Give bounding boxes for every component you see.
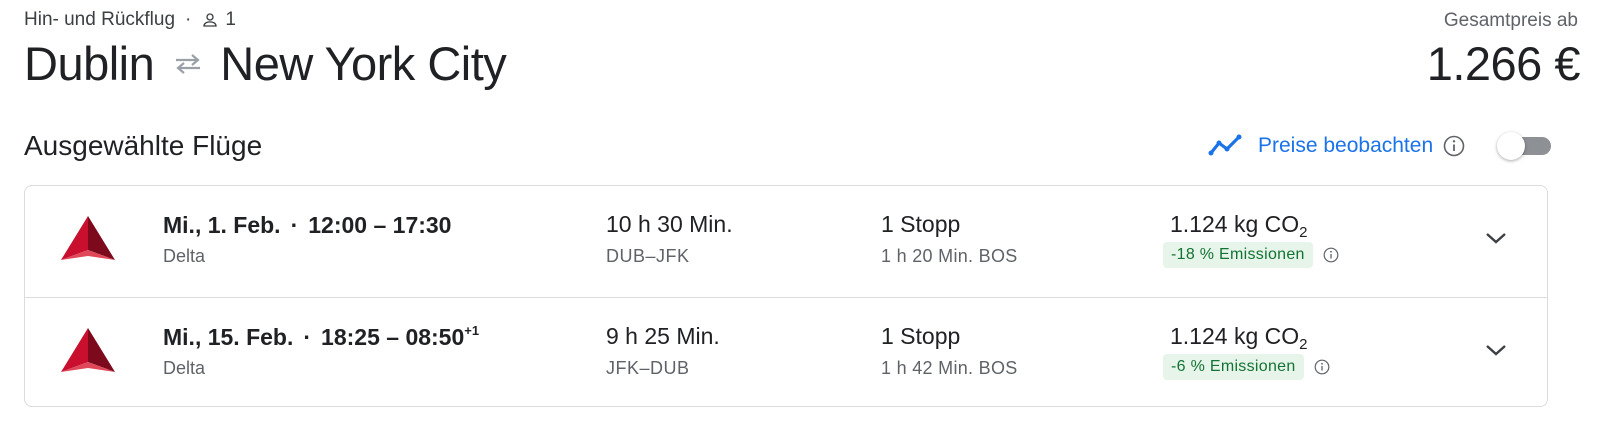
emissions-badge: -18 % Emissionen xyxy=(1163,242,1313,268)
swap-arrows-icon xyxy=(176,53,201,74)
toggle-knob xyxy=(1497,132,1525,160)
trip-type-label: Hin- und Rückflug xyxy=(24,9,176,30)
co2-emissions: 1.124 kg CO2 xyxy=(1170,323,1307,353)
chevron-down-icon[interactable] xyxy=(1483,229,1509,247)
airline-name: Delta xyxy=(163,358,206,378)
airline-name: Delta xyxy=(163,246,206,266)
departure-datetime: Mi., 1. Feb. · 12:00 – 17:30 xyxy=(163,211,451,239)
trip-summary: Hin- und Rückflug · 1 xyxy=(24,9,236,31)
route-title: Dublin New York City xyxy=(24,36,507,91)
selected-flights-card: Mi., 1. Feb. · 12:00 – 17:30 Delta 10 h 30… xyxy=(24,185,1548,407)
price-tracking-toggle[interactable] xyxy=(1497,132,1551,160)
passenger-count: 1 xyxy=(225,9,236,30)
flight-times: 12:00 – 17:30 xyxy=(308,212,452,238)
chevron-down-icon[interactable] xyxy=(1483,341,1509,359)
stops-count: 1 Stopp xyxy=(881,323,961,349)
stops-count: 1 Stopp xyxy=(881,211,961,237)
total-price: 1.266 € xyxy=(1426,37,1581,90)
flight-duration: 9 h 25 Min. xyxy=(606,323,720,349)
next-day-indicator: +1 xyxy=(464,323,480,338)
flight-date: Mi., 15. Feb. xyxy=(163,324,294,350)
emissions-badge-group: -6 % Emissionen xyxy=(1163,354,1330,380)
airport-codes: JFK–DUB xyxy=(606,358,690,378)
total-price-label: Gesamtpreis ab xyxy=(1443,10,1578,31)
departure-datetime: Mi., 15. Feb. · 18:25 – 08:50+1 xyxy=(163,323,479,351)
airport-codes: DUB–JFK xyxy=(606,246,690,266)
layover-info: 1 h 42 Min. BOS xyxy=(881,358,1018,378)
delta-logo-icon xyxy=(61,216,115,260)
layover-info: 1 h 20 Min. BOS xyxy=(881,246,1018,266)
co2-value: 1.124 kg CO xyxy=(1170,211,1300,237)
trend-line-icon xyxy=(1208,134,1242,156)
flight-row-return[interactable]: Mi., 15. Feb. · 18:25 – 08:50+1 Delta 9 h … xyxy=(25,297,1547,409)
co2-subscript: 2 xyxy=(1299,336,1308,353)
flight-date: Mi., 1. Feb. xyxy=(163,212,281,238)
flight-duration: 10 h 30 Min. xyxy=(606,211,733,237)
info-icon[interactable] xyxy=(1443,135,1465,157)
flight-row-outbound[interactable]: Mi., 1. Feb. · 12:00 – 17:30 Delta 10 h 30… xyxy=(25,186,1547,297)
person-icon xyxy=(203,13,218,27)
flight-times: 18:25 – 08:50 xyxy=(321,324,465,350)
co2-emissions: 1.124 kg CO2 xyxy=(1170,211,1307,241)
separator-dot: · xyxy=(290,212,299,238)
info-icon[interactable] xyxy=(1314,359,1330,375)
separator-dot: · xyxy=(185,9,192,30)
co2-subscript: 2 xyxy=(1299,224,1308,241)
delta-logo-icon xyxy=(61,328,115,372)
price-tracking-control[interactable]: Preise beobachten xyxy=(1208,134,1465,158)
emissions-badge-group: -18 % Emissionen xyxy=(1163,242,1339,268)
section-title: Ausgewählte Flüge xyxy=(24,130,263,161)
destination-city: New York City xyxy=(220,37,507,90)
origin-city: Dublin xyxy=(24,37,155,90)
emissions-badge: -6 % Emissionen xyxy=(1163,354,1304,380)
price-tracking-label[interactable]: Preise beobachten xyxy=(1258,134,1433,158)
co2-value: 1.124 kg CO xyxy=(1170,323,1300,349)
info-icon[interactable] xyxy=(1323,247,1339,263)
separator-dot: · xyxy=(303,324,312,350)
